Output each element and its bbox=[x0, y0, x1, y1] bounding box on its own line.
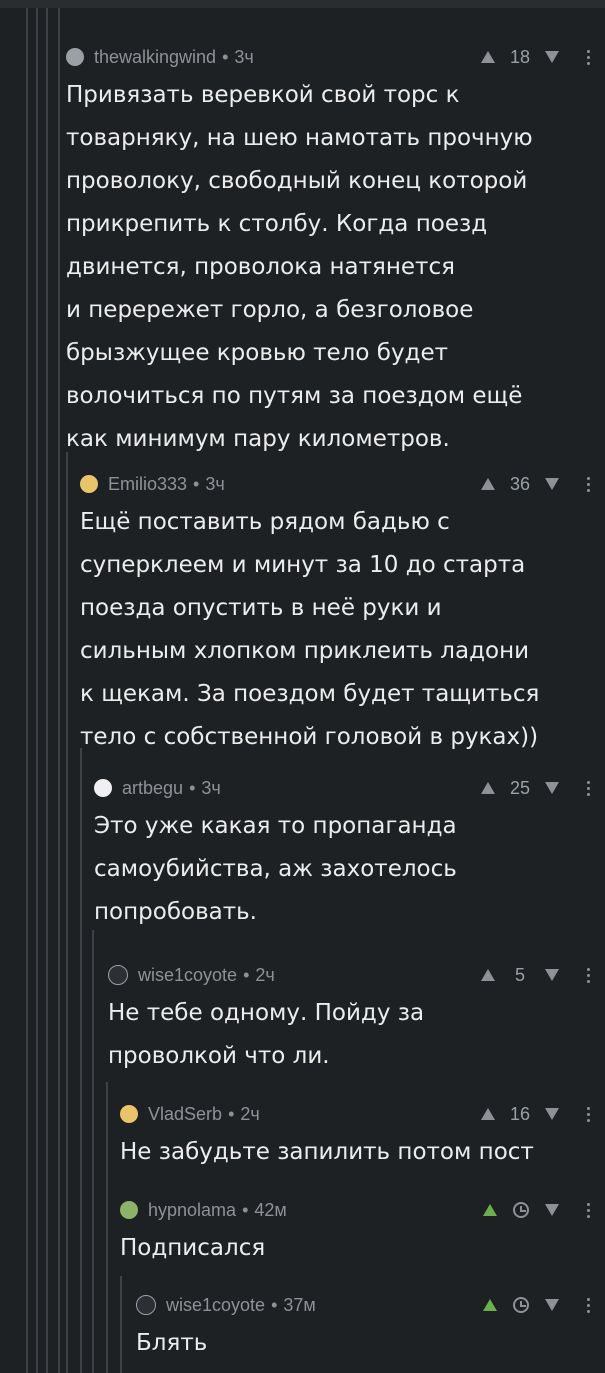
more-options-icon[interactable] bbox=[587, 49, 591, 65]
comment-header: wise1coyote • 37м bbox=[136, 1292, 591, 1318]
rating-controls bbox=[483, 1197, 591, 1223]
rating-controls: 16 bbox=[481, 1101, 591, 1127]
comment: artbegu • 3ч 25 Это уже какая то пропага… bbox=[94, 775, 591, 934]
separator: • bbox=[222, 46, 229, 67]
comment-time: 37м bbox=[283, 1294, 316, 1315]
more-options-icon[interactable] bbox=[587, 967, 591, 983]
more-options-icon[interactable] bbox=[587, 1297, 591, 1313]
comment-text: Блять bbox=[136, 1330, 208, 1356]
comment-header: artbegu • 3ч 25 bbox=[94, 775, 591, 801]
top-bar bbox=[0, 0, 605, 8]
thread-line[interactable] bbox=[80, 748, 82, 1373]
comment-time: 3ч bbox=[234, 46, 254, 67]
avatar-icon[interactable] bbox=[66, 48, 84, 66]
author-name[interactable]: wise1coyote bbox=[166, 1295, 265, 1316]
comment-time: 2ч bbox=[240, 1103, 260, 1124]
separator: • bbox=[193, 473, 200, 494]
avatar-icon[interactable] bbox=[120, 1105, 138, 1123]
comment: thewalkingwind • 3ч 18 Привязать веревко… bbox=[66, 44, 591, 461]
thread-line[interactable] bbox=[120, 1276, 122, 1373]
separator: • bbox=[271, 1294, 278, 1315]
comment-time: 2ч bbox=[255, 964, 275, 985]
thread-line[interactable] bbox=[92, 930, 94, 1373]
comment: VladSerb • 2ч 16 Не забудьте запилить по… bbox=[120, 1101, 591, 1174]
upvote-icon[interactable] bbox=[481, 782, 495, 794]
comment-time: 3ч bbox=[205, 473, 225, 494]
comment: hypnolama • 42м Подписался bbox=[120, 1197, 591, 1270]
comment-text: Не тебе одному. Пойду за проволкой что л… bbox=[108, 1000, 425, 1069]
clock-icon bbox=[513, 1202, 529, 1218]
comment: wise1coyote • 2ч 5 Не тебе одному. Пойду… bbox=[108, 962, 591, 1078]
separator: • bbox=[228, 1103, 235, 1124]
downvote-icon[interactable] bbox=[545, 782, 559, 794]
thread-line[interactable] bbox=[36, 8, 38, 1373]
upvote-icon[interactable] bbox=[481, 478, 495, 490]
clock-icon bbox=[513, 1297, 529, 1313]
upvote-icon[interactable] bbox=[481, 969, 495, 981]
rating-controls: 18 bbox=[481, 44, 591, 70]
thread-line[interactable] bbox=[66, 452, 68, 1373]
thread-line[interactable] bbox=[46, 8, 48, 1373]
comment-time: 3ч bbox=[201, 777, 221, 798]
author-name[interactable]: wise1coyote bbox=[138, 965, 237, 986]
comment-header: VladSerb • 2ч 16 bbox=[120, 1101, 591, 1127]
author-name[interactable]: artbegu bbox=[122, 778, 183, 799]
separator: • bbox=[243, 964, 250, 985]
author-name[interactable]: VladSerb bbox=[148, 1104, 222, 1125]
upvote-icon[interactable] bbox=[481, 51, 495, 63]
more-options-icon[interactable] bbox=[587, 476, 591, 492]
rating-controls: 25 bbox=[481, 775, 591, 801]
rating-controls: 36 bbox=[481, 471, 591, 497]
thread-line[interactable] bbox=[58, 8, 60, 1373]
avatar-icon[interactable] bbox=[108, 965, 128, 985]
comment-text: Подписался bbox=[120, 1235, 266, 1261]
avatar-icon[interactable] bbox=[120, 1201, 138, 1219]
upvote-icon[interactable] bbox=[481, 1108, 495, 1120]
comment-header: thewalkingwind • 3ч 18 bbox=[66, 44, 591, 70]
rating-value: 16 bbox=[509, 1103, 531, 1124]
avatar-icon[interactable] bbox=[80, 475, 98, 493]
comment-text: Это уже какая то пропаганда самоубийства… bbox=[94, 813, 457, 925]
more-options-icon[interactable] bbox=[587, 780, 591, 796]
avatar-icon[interactable] bbox=[136, 1295, 156, 1315]
upvote-icon[interactable] bbox=[483, 1204, 497, 1216]
comment-text: Ещё поставить рядом бадью с суперклеем и… bbox=[80, 509, 540, 750]
thread-line[interactable] bbox=[26, 8, 28, 1373]
separator: • bbox=[242, 1199, 249, 1220]
author-name[interactable]: Emilio333 bbox=[108, 474, 187, 495]
comment: wise1coyote • 37м Блять bbox=[136, 1292, 591, 1365]
rating-value: 25 bbox=[509, 777, 531, 798]
thread-line[interactable] bbox=[106, 1082, 108, 1373]
comment-header: wise1coyote • 2ч 5 bbox=[108, 962, 591, 988]
downvote-icon[interactable] bbox=[545, 1204, 559, 1216]
comment-time: 42м bbox=[254, 1199, 287, 1220]
comment-header: Emilio333 • 3ч 36 bbox=[80, 471, 591, 497]
more-options-icon[interactable] bbox=[587, 1106, 591, 1122]
author-name[interactable]: thewalkingwind bbox=[94, 47, 216, 68]
rating-controls: 5 bbox=[481, 962, 591, 988]
downvote-icon[interactable] bbox=[545, 1299, 559, 1311]
comment-header: hypnolama • 42м bbox=[120, 1197, 591, 1223]
author-name[interactable]: hypnolama bbox=[148, 1200, 236, 1221]
downvote-icon[interactable] bbox=[545, 478, 559, 490]
more-options-icon[interactable] bbox=[587, 1202, 591, 1218]
comment-text: Не забудьте запилить потом пост bbox=[120, 1139, 534, 1165]
separator: • bbox=[189, 777, 196, 798]
avatar-icon[interactable] bbox=[94, 779, 112, 797]
rating-controls bbox=[483, 1292, 591, 1318]
downvote-icon[interactable] bbox=[545, 1108, 559, 1120]
comment: Emilio333 • 3ч 36 Ещё поставить рядом ба… bbox=[80, 471, 591, 759]
downvote-icon[interactable] bbox=[545, 51, 559, 63]
comment-text: Привязать веревкой свой торс к товарняку… bbox=[66, 82, 533, 452]
rating-value: 18 bbox=[509, 46, 531, 67]
downvote-icon[interactable] bbox=[545, 969, 559, 981]
upvote-icon[interactable] bbox=[483, 1299, 497, 1311]
rating-value: 36 bbox=[509, 473, 531, 494]
rating-value: 5 bbox=[514, 964, 525, 985]
